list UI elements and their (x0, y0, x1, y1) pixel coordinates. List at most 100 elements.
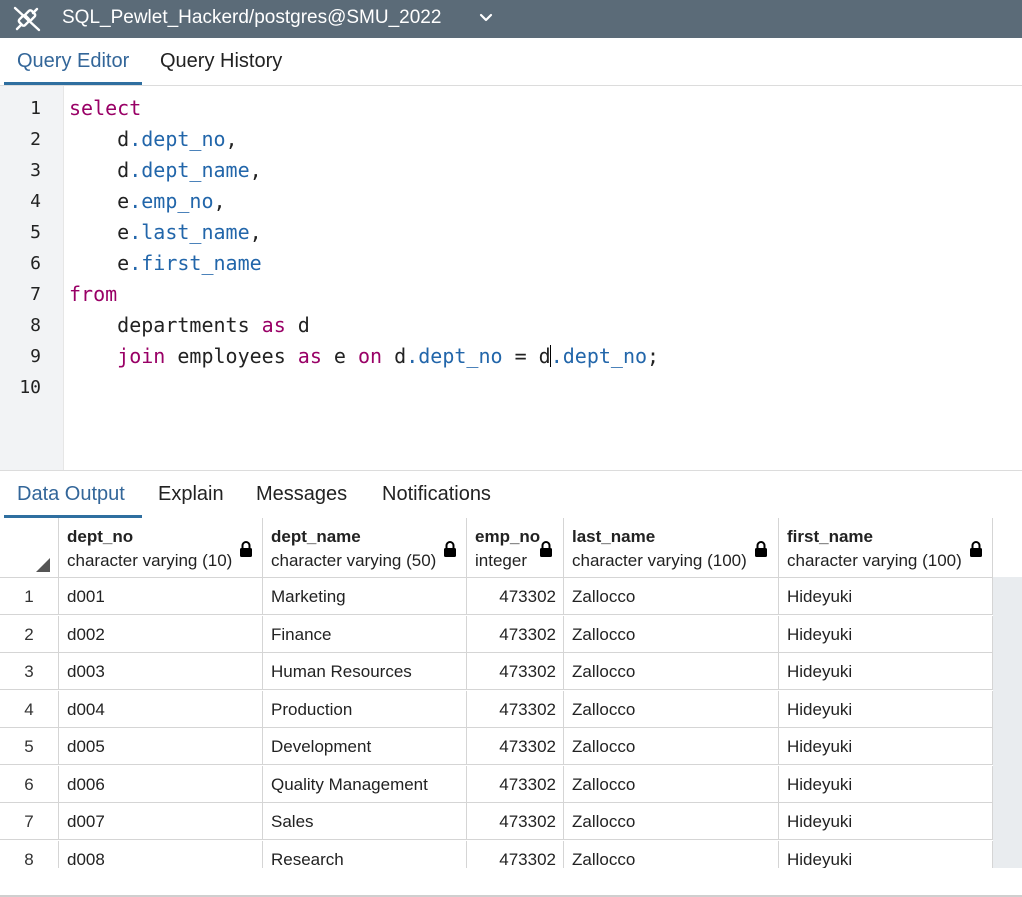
cell-first-name[interactable]: Hideyuki (779, 840, 993, 868)
cell-first-name[interactable]: Hideyuki (779, 578, 993, 615)
cell-dept-no[interactable]: d003 (59, 653, 263, 690)
cell-last-name[interactable]: Zallocco (564, 653, 779, 690)
tab-query-editor[interactable]: Query Editor (17, 50, 129, 73)
cell-first-name[interactable]: Hideyuki (779, 728, 993, 765)
column-header-dept-name[interactable]: dept_name character varying (50) (263, 518, 467, 577)
cell-emp-no[interactable]: 473302 (467, 690, 564, 728)
tab-data-output[interactable]: Data Output (17, 483, 125, 506)
cell-dept-name[interactable]: Sales (263, 803, 467, 840)
table-row[interactable]: 2 d002 Finance 473302 Zallocco Hideyuki (0, 615, 993, 653)
column-header-dept-no[interactable]: dept_no character varying (10) (59, 518, 263, 577)
chevron-down-icon[interactable] (478, 10, 494, 26)
cell-dept-no[interactable]: d001 (59, 578, 263, 615)
cell-dept-name[interactable]: Development (263, 728, 467, 765)
grid-header: dept_no character varying (10) dept_name… (0, 518, 993, 578)
table-row[interactable]: 5 d005 Development 473302 Zallocco Hideyuki (0, 728, 993, 765)
cell-first-name[interactable]: Hideyuki (779, 690, 993, 728)
code-line: from (69, 279, 117, 310)
cell-dept-no[interactable]: d005 (59, 728, 263, 765)
row-number[interactable]: 4 (0, 690, 59, 728)
line-number: 7 (30, 284, 41, 305)
cell-emp-no[interactable]: 473302 (467, 840, 564, 868)
cell-first-name[interactable]: Hideyuki (779, 653, 993, 690)
cell-emp-no[interactable]: 473302 (467, 578, 564, 615)
cell-dept-no[interactable]: d007 (59, 803, 263, 840)
row-number[interactable]: 5 (0, 728, 59, 765)
code-line: join employees as e on d.dept_no = d.dep… (117, 344, 660, 368)
code-line: select (69, 93, 141, 124)
active-tab-indicator (4, 82, 142, 85)
table-row[interactable]: 4 d004 Production 473302 Zallocco Hideyuki (0, 690, 993, 728)
line-number: 6 (30, 253, 41, 274)
cell-first-name[interactable]: Hideyuki (779, 803, 993, 840)
sql-editor[interactable]: 1 2 3 4 5 6 7 8 9 10 select d.dept_no, d… (0, 86, 1022, 471)
cell-emp-no[interactable]: 473302 (467, 765, 564, 803)
tab-notifications[interactable]: Notifications (382, 483, 491, 506)
line-number: 4 (30, 191, 41, 212)
cell-first-name[interactable]: Hideyuki (779, 615, 993, 653)
sql-keyword: select (69, 96, 142, 120)
table-row[interactable]: 7 d007 Sales 473302 Zallocco Hideyuki (0, 803, 993, 840)
data-output-grid[interactable]: dept_no character varying (10) dept_name… (0, 518, 1022, 868)
line-number: 8 (30, 315, 41, 336)
line-number: 2 (30, 129, 41, 150)
cell-dept-no[interactable]: d008 (59, 840, 263, 868)
tab-messages[interactable]: Messages (256, 483, 347, 506)
row-number[interactable]: 7 (0, 803, 59, 840)
cell-dept-name[interactable]: Human Resources (263, 653, 467, 690)
column-header-last-name[interactable]: last_name character varying (100) (564, 518, 779, 577)
cell-last-name[interactable]: Zallocco (564, 840, 779, 868)
cell-last-name[interactable]: Zallocco (564, 803, 779, 840)
cell-last-name[interactable]: Zallocco (564, 578, 779, 615)
cell-dept-name[interactable]: Marketing (263, 578, 467, 615)
row-number[interactable]: 8 (0, 840, 59, 868)
cell-emp-no[interactable]: 473302 (467, 653, 564, 690)
code-line: e.first_name (69, 251, 262, 275)
cell-dept-name[interactable]: Finance (263, 615, 467, 653)
lock-icon (540, 541, 552, 557)
connection-title[interactable]: SQL_Pewlet_Hackerd/postgres@SMU_2022 (62, 7, 441, 29)
row-number[interactable]: 2 (0, 615, 59, 653)
column-header-first-name[interactable]: first_name character varying (100) (779, 518, 993, 577)
column-header-emp-no[interactable]: emp_no integer (467, 518, 564, 577)
lock-icon (970, 541, 982, 557)
plug-disconnected-icon[interactable] (12, 5, 42, 33)
cell-last-name[interactable]: Zallocco (564, 690, 779, 728)
lock-icon (444, 541, 456, 557)
cell-dept-no[interactable]: d004 (59, 690, 263, 728)
cell-last-name[interactable]: Zallocco (564, 728, 779, 765)
corner-triangle-icon (36, 558, 50, 572)
cell-last-name[interactable]: Zallocco (564, 615, 779, 653)
row-number[interactable]: 3 (0, 653, 59, 690)
cell-dept-no[interactable]: d002 (59, 615, 263, 653)
row-number[interactable]: 6 (0, 765, 59, 803)
output-tabs: Data Output Explain Messages Notificatio… (0, 471, 1022, 518)
cell-emp-no[interactable]: 473302 (467, 615, 564, 653)
row-number[interactable]: 1 (0, 578, 59, 615)
cell-dept-name[interactable]: Quality Management (263, 765, 467, 803)
connection-title-bar: SQL_Pewlet_Hackerd/postgres@SMU_2022 (0, 0, 1022, 38)
line-number: 3 (30, 160, 41, 181)
cell-first-name[interactable]: Hideyuki (779, 765, 993, 803)
tab-query-history[interactable]: Query History (160, 50, 282, 73)
code-line: e.last_name, (69, 220, 262, 244)
tab-explain[interactable]: Explain (158, 483, 224, 506)
lock-icon (755, 541, 767, 557)
table-row[interactable]: 8 d008 Research 473302 Zallocco Hideyuki (0, 840, 993, 868)
line-number: 5 (30, 222, 41, 243)
select-all-corner[interactable] (0, 518, 59, 577)
sql-keyword: from (69, 282, 118, 306)
cell-emp-no[interactable]: 473302 (467, 728, 564, 765)
line-number-gutter: 1 2 3 4 5 6 7 8 9 10 (0, 86, 64, 470)
cell-dept-name[interactable]: Research (263, 840, 467, 868)
table-row[interactable]: 3 d003 Human Resources 473302 Zallocco Hideyu… (0, 653, 993, 690)
cell-last-name[interactable]: Zallocco (564, 765, 779, 803)
line-number: 1 (30, 98, 41, 119)
cell-dept-name[interactable]: Production (263, 690, 467, 728)
table-row[interactable]: 6 d006 Quality Management 473302 Zallocco Hid… (0, 765, 993, 803)
cell-emp-no[interactable]: 473302 (467, 803, 564, 840)
table-row[interactable]: 1 d001 Marketing 473302 Zallocco Hideyuki (0, 578, 993, 615)
grid-empty-area (993, 577, 1022, 868)
cell-dept-no[interactable]: d006 (59, 765, 263, 803)
code-line: d.dept_no, (69, 127, 238, 151)
